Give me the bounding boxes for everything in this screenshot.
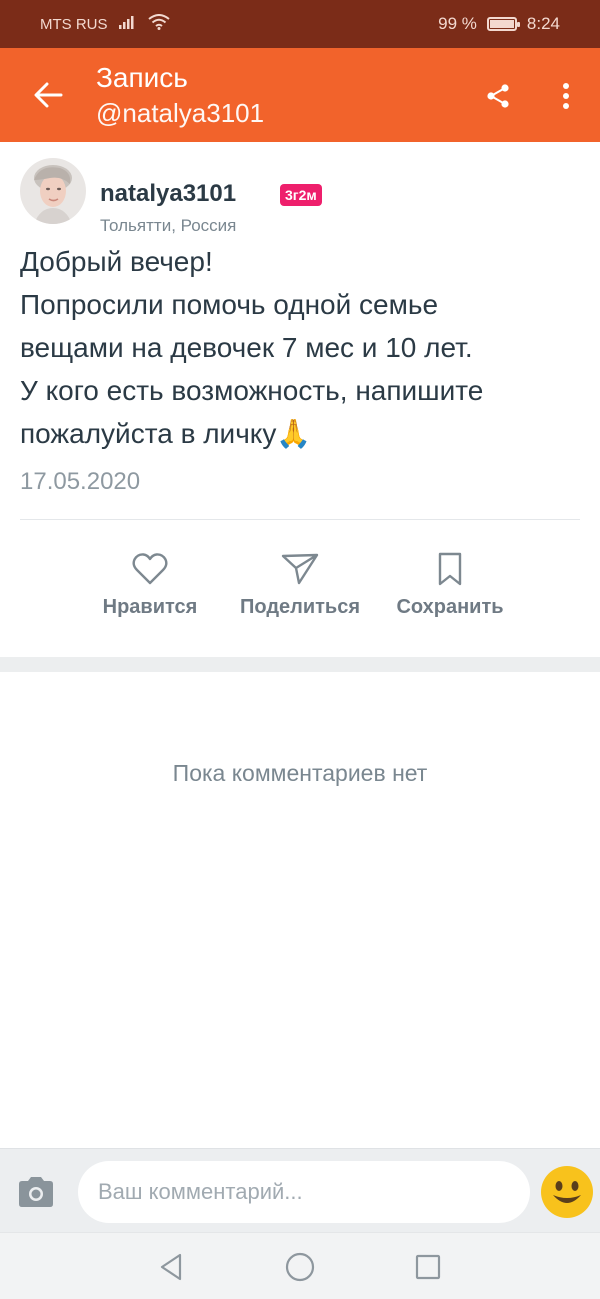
comment-bar: [0, 1148, 600, 1232]
emoji-button[interactable]: [540, 1165, 594, 1219]
page-subtitle: @natalya3101: [96, 98, 265, 128]
system-nav-bar: [0, 1232, 600, 1299]
page-title: Запись: [96, 62, 188, 93]
more-button[interactable]: [538, 68, 594, 124]
carrier-label: MTS RUS: [40, 15, 108, 33]
share-button[interactable]: [470, 68, 526, 124]
save-label: Сохранить: [396, 596, 504, 618]
post-text: Добрый вечер! Попросили помочь одной сем…: [20, 240, 580, 455]
like-label: Нравится: [102, 596, 198, 618]
section-separator: [0, 657, 600, 672]
author-row: natalya3101 3г2м Тольятти, Россия: [20, 158, 580, 235]
author-name[interactable]: natalya3101: [100, 180, 236, 208]
post-date: 17.05.2020: [20, 468, 141, 495]
age-badge: 3г2м: [280, 184, 322, 206]
square-recent-icon: [415, 1254, 441, 1280]
battery-percent: 99 %: [438, 14, 477, 33]
post-text-line: пожалуйста в личку🙏: [20, 418, 312, 449]
post-text-line: Добрый вечер!: [20, 246, 213, 277]
send-icon: [281, 553, 319, 585]
app-bar: Запись @natalya3101: [0, 48, 600, 142]
nav-home-button[interactable]: [284, 1251, 316, 1283]
save-button[interactable]: Сохранить: [375, 552, 525, 619]
back-button[interactable]: [0, 48, 96, 142]
more-vertical-icon: [563, 83, 569, 109]
smiley-icon: [541, 1166, 593, 1218]
triangle-back-icon: [160, 1253, 182, 1281]
circle-home-icon: [285, 1252, 315, 1282]
comment-input[interactable]: [78, 1161, 530, 1223]
nav-back-button[interactable]: [156, 1251, 188, 1283]
camera-button[interactable]: [16, 1175, 56, 1209]
post-text-line: У кого есть возможность, напишите: [20, 375, 484, 406]
camera-icon: [19, 1177, 53, 1207]
divider: [20, 519, 580, 520]
arrow-left-icon: [34, 82, 63, 108]
avatar[interactable]: [20, 158, 86, 224]
battery-icon: [486, 17, 520, 31]
bookmark-icon: [438, 552, 462, 586]
wifi-icon: [147, 14, 170, 34]
share-post-label: Поделиться: [239, 596, 361, 618]
signal-icon: [118, 14, 138, 34]
share-icon: [487, 84, 509, 108]
author-location: Тольятти, Россия: [100, 216, 237, 235]
like-button[interactable]: Нравится: [75, 552, 225, 619]
post-text-line: вещами на девочек 7 мес и 10 лет.: [20, 332, 473, 363]
post-text-line: Попросили помочь одной семье: [20, 289, 439, 320]
status-bar: MTS RUS 99 % 8:24: [0, 0, 600, 48]
empty-comments-text: Пока комментариев нет: [172, 760, 428, 786]
clock: 8:24: [526, 14, 560, 33]
nav-recent-button[interactable]: [412, 1251, 444, 1283]
post-actions: Нравится Поделиться Сохранить: [0, 552, 600, 632]
share-post-button[interactable]: Поделиться: [225, 552, 375, 619]
heart-icon: [132, 553, 168, 585]
